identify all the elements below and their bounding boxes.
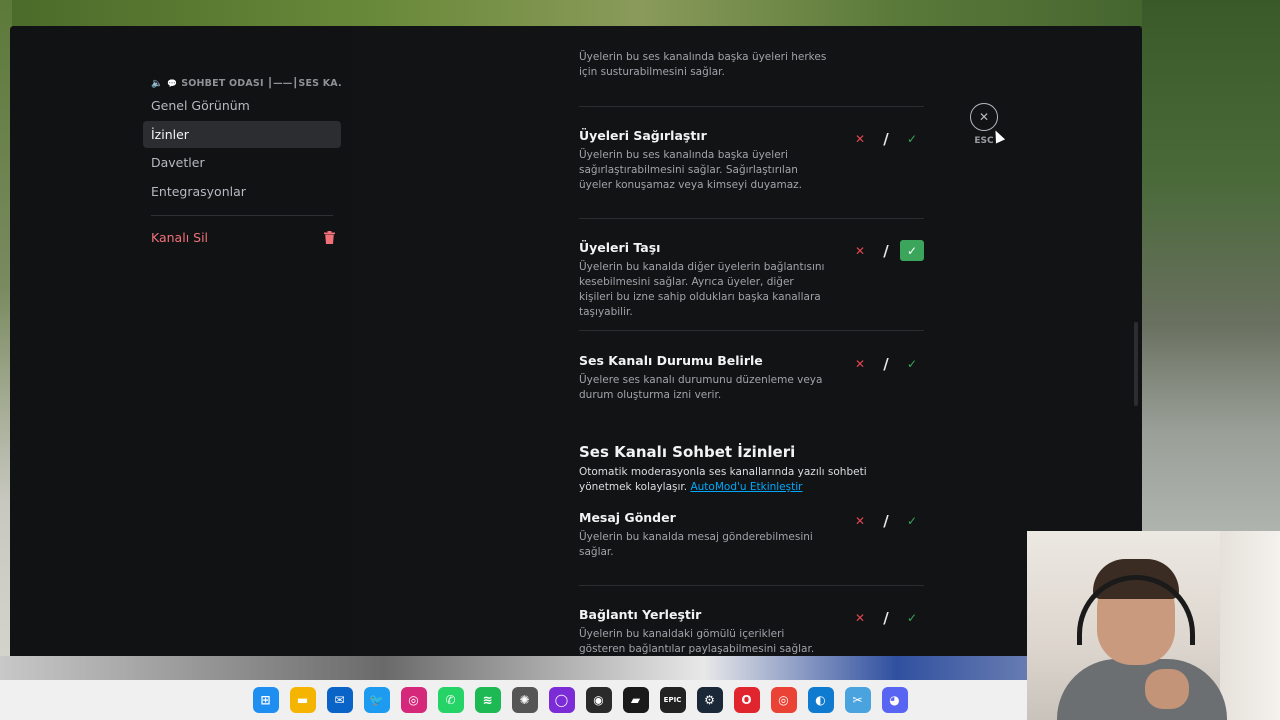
webcam-person-hand xyxy=(1145,669,1189,709)
permission-desc: Üyelerin bu ses kanalında başka üyeleri … xyxy=(579,149,802,191)
obs-icon[interactable]: ◉ xyxy=(585,687,612,713)
permission-separator xyxy=(579,106,924,107)
wallpaper-top xyxy=(0,0,1280,26)
permission-move-members: Üyeleri Taşı Üyelerin bu kanalda diğer ü… xyxy=(579,240,924,320)
section-title: Ses Kanalı Sohbet İzinleri xyxy=(579,443,796,461)
settings-sidebar: 🔈 💬 SOHBET ODASI ┃——┃SES KA... Genel Gör… xyxy=(10,26,353,656)
chrome-icon[interactable]: ◎ xyxy=(770,687,797,713)
sidebar-item-permissions[interactable]: İzinler xyxy=(143,120,341,148)
sidebar-item-integrations[interactable]: Entegrasyonlar xyxy=(143,178,341,205)
permission-mute-members: Üyelerin bu ses kanalında başka üyeleri … xyxy=(579,50,924,80)
allow-toggle[interactable]: ✓ xyxy=(900,510,924,531)
allow-toggle[interactable]: ✓ xyxy=(900,353,924,374)
deny-toggle[interactable]: ✕ xyxy=(848,510,872,531)
permission-send-messages: Mesaj Gönder Üyelerin bu kanalda mesaj g… xyxy=(579,510,924,560)
automod-link[interactable]: AutoMod'u Etkinleştir xyxy=(690,481,802,493)
neutral-toggle[interactable]: / xyxy=(874,607,898,628)
allow-toggle[interactable]: ✓ xyxy=(900,240,924,261)
permission-desc: Üyelerin bu kanaldaki gömülü içerikleri … xyxy=(579,628,815,655)
epic-games-icon[interactable]: EPIC xyxy=(659,687,686,713)
sidebar-item-overview[interactable]: Genel Görünüm xyxy=(143,92,341,119)
discord-icon[interactable]: ◕ xyxy=(881,687,908,713)
speaker-icon: 🔈 xyxy=(151,77,164,89)
close-icon[interactable]: ✕ xyxy=(970,103,998,131)
purple-app-icon[interactable]: ◯ xyxy=(548,687,575,713)
neutral-toggle[interactable]: / xyxy=(874,510,898,531)
webcam-overlay xyxy=(1027,531,1280,720)
neutral-toggle[interactable]: / xyxy=(874,240,898,261)
permission-tristate: ✕ / ✓ xyxy=(848,128,924,149)
section-desc: Otomatik moderasyonla ses kanallarında y… xyxy=(579,465,909,495)
gamesir-icon[interactable]: ▰ xyxy=(622,687,649,713)
permission-separator xyxy=(579,330,924,331)
allow-toggle[interactable]: ✓ xyxy=(900,128,924,149)
snipping-tool-icon[interactable]: ✂ xyxy=(844,687,871,713)
webcam-person-body xyxy=(1057,659,1227,720)
permission-separator xyxy=(579,218,924,219)
channel-header: 🔈 💬 SOHBET ODASI ┃——┃SES KA... xyxy=(143,74,341,92)
sidebar-divider xyxy=(151,214,333,216)
permission-desc: Üyelerin bu kanalda diğer üyelerin bağla… xyxy=(579,261,825,318)
chat-bubble-icon: 💬 xyxy=(167,78,178,88)
permission-tristate: ✕ / ✓ xyxy=(848,353,924,374)
permission-tristate: ✕ / ✓ xyxy=(848,607,924,628)
neutral-toggle[interactable]: / xyxy=(874,353,898,374)
opera-icon[interactable]: O xyxy=(733,687,760,713)
trash-icon xyxy=(324,230,335,244)
chatgpt-icon[interactable]: ✺ xyxy=(511,687,538,713)
deny-toggle[interactable]: ✕ xyxy=(848,353,872,374)
steam-icon[interactable]: ⚙ xyxy=(696,687,723,713)
permission-deafen-members: Üyeleri Sağırlaştır Üyelerin bu ses kana… xyxy=(579,128,924,193)
windows-start-icon[interactable]: ⊞ xyxy=(252,687,279,713)
sidebar-item-invites[interactable]: Davetler xyxy=(143,149,341,176)
deny-toggle[interactable]: ✕ xyxy=(848,240,872,261)
channel-header-label: SOHBET ODASI ┃——┃SES KA... xyxy=(181,77,341,89)
permission-tristate: ✕ / ✓ xyxy=(848,240,924,261)
neutral-toggle[interactable]: / xyxy=(874,128,898,149)
delete-channel-label: Kanalı Sil xyxy=(151,229,209,245)
deny-toggle[interactable]: ✕ xyxy=(848,607,872,628)
edge-icon[interactable]: ◐ xyxy=(807,687,834,713)
permission-separator xyxy=(579,585,924,586)
outlook-icon[interactable]: ✉ xyxy=(326,687,353,713)
whatsapp-icon[interactable]: ✆ xyxy=(437,687,464,713)
discord-window: — ☐ ✕ 🔈 💬 SOHBET ODASI ┃——┃SES KA... Gen… xyxy=(10,26,1142,656)
permission-desc: Üyelere ses kanalı durumunu düzenleme ve… xyxy=(579,374,823,401)
delete-channel-button[interactable]: Kanalı Sil xyxy=(143,224,341,251)
file-explorer-icon[interactable]: ▬ xyxy=(289,687,316,713)
instagram-icon[interactable]: ◎ xyxy=(400,687,427,713)
permission-set-voice-status: Ses Kanalı Durumu Belirle Üyelere ses ka… xyxy=(579,353,924,403)
permissions-content: Üyelerin bu ses kanalında başka üyeleri … xyxy=(353,26,1142,656)
permission-embed-links: Bağlantı Yerleştir Üyelerin bu kanaldaki… xyxy=(579,607,924,656)
permission-tristate: ✕ / ✓ xyxy=(848,510,924,531)
allow-toggle[interactable]: ✓ xyxy=(900,607,924,628)
permission-desc: Üyelerin bu ses kanalında başka üyeleri … xyxy=(579,51,827,78)
twitter-icon[interactable]: 🐦 xyxy=(363,687,390,713)
webcam-background-shelf xyxy=(1220,531,1280,720)
deny-toggle[interactable]: ✕ xyxy=(848,128,872,149)
permission-desc: Üyelerin bu kanalda mesaj gönderebilmesi… xyxy=(579,531,813,558)
scrollbar-thumb[interactable] xyxy=(1134,322,1138,406)
spotify-icon[interactable]: ≋ xyxy=(474,687,501,713)
